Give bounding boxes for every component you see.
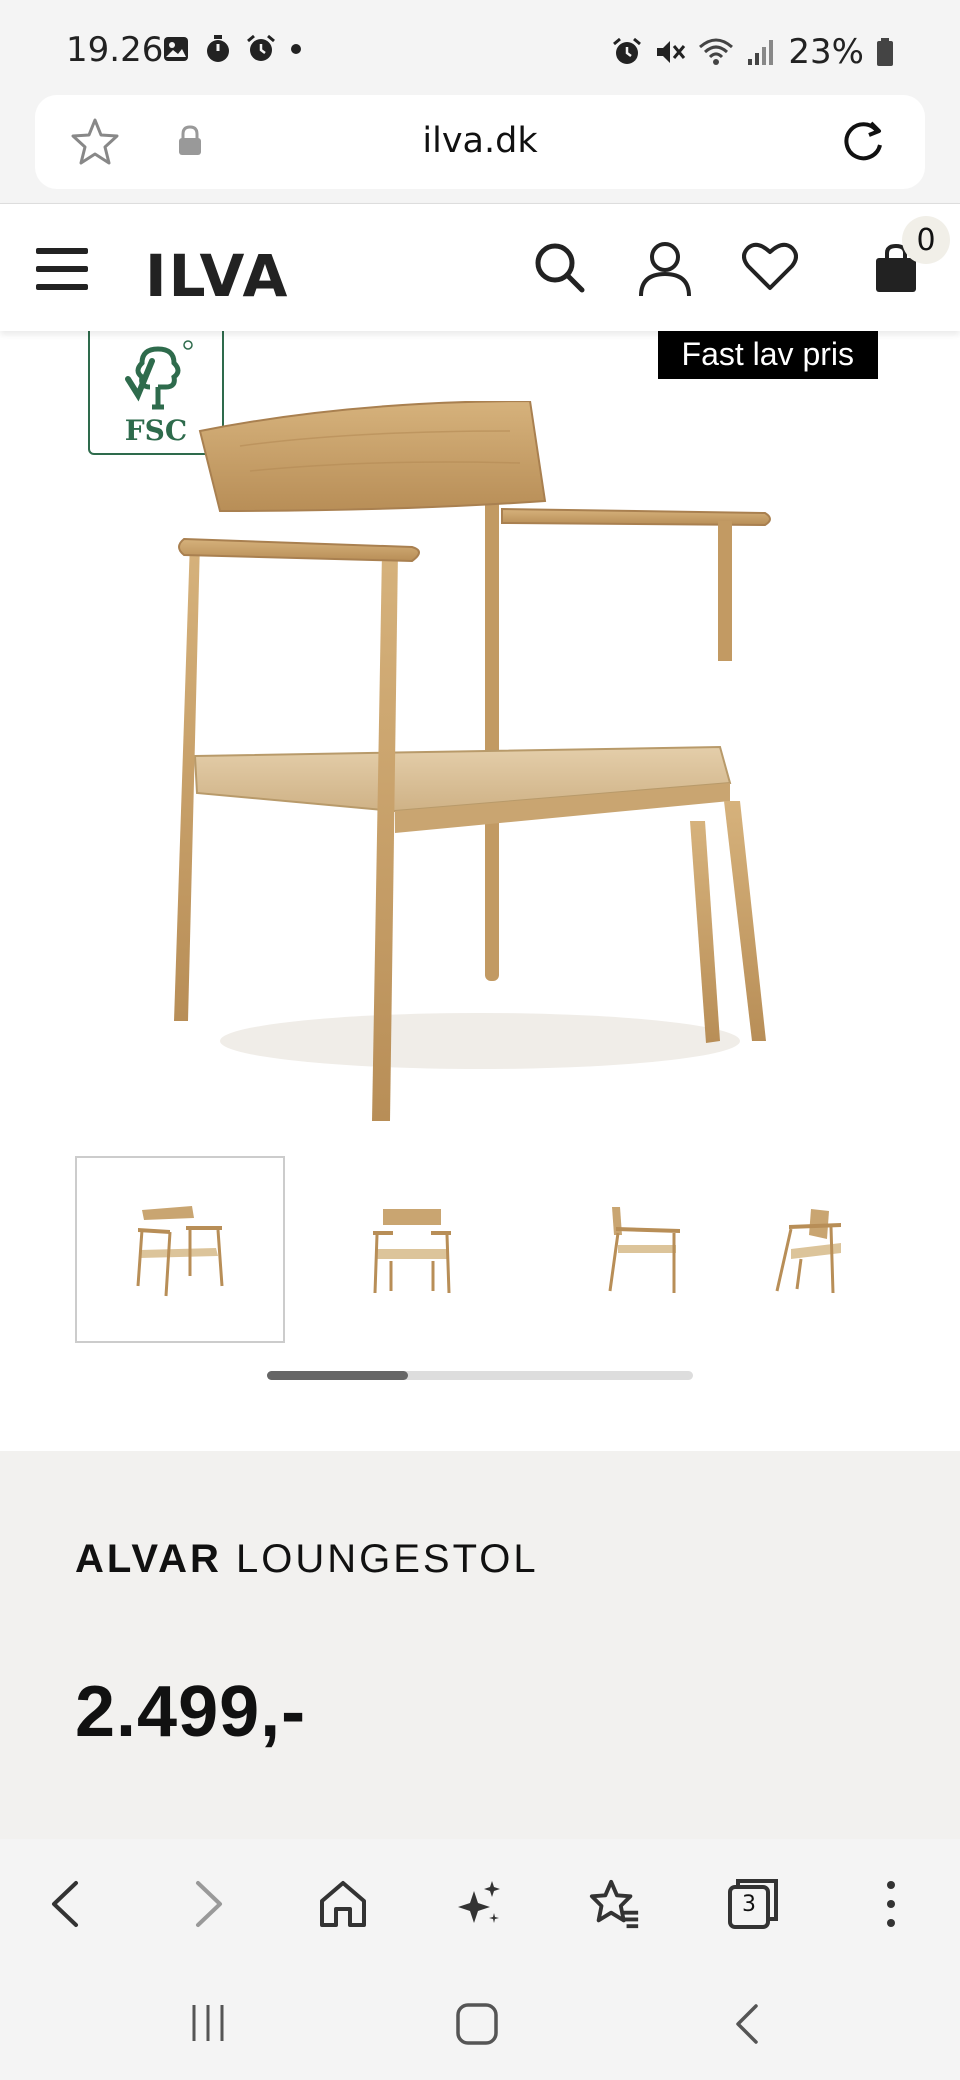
dot-icon — [291, 44, 301, 54]
browser-toolbar: 3 — [0, 1839, 960, 1965]
status-bar: 19.26 23% — [0, 0, 960, 96]
product-gallery: FSC Fast lav pris — [0, 331, 960, 1451]
wifi-icon — [699, 38, 734, 65]
status-icons-left — [162, 34, 302, 64]
thumbnail-image — [136, 1205, 224, 1296]
system-nav-bar — [0, 1965, 960, 2080]
thumbnail-strip — [75, 1156, 873, 1343]
tab-count: 3 — [742, 1892, 756, 1917]
ai-sparkle-icon[interactable] — [452, 1877, 506, 1931]
site-header: ILVA 0 — [0, 203, 960, 331]
thumbnail-image — [373, 1208, 451, 1293]
account-icon[interactable] — [637, 240, 693, 298]
forward-icon[interactable] — [180, 1877, 234, 1931]
gallery-scrollbar[interactable] — [267, 1371, 693, 1380]
price-badge: Fast lav pris — [657, 331, 878, 379]
url-bar[interactable]: ilva.dk — [35, 95, 925, 189]
status-time: 19.26 — [66, 30, 164, 70]
battery-icon — [877, 38, 893, 66]
bookmarks-icon[interactable] — [588, 1877, 642, 1931]
cart-count-badge[interactable]: 0 — [902, 216, 950, 264]
product-brand: ALVAR — [75, 1537, 222, 1581]
thumbnail-3[interactable] — [539, 1156, 749, 1343]
mute-icon — [657, 41, 686, 63]
thumbnail-2[interactable] — [307, 1156, 517, 1343]
product-image[interactable] — [150, 401, 790, 1121]
status-icons-right: 23% — [612, 32, 894, 72]
alarm-icon — [613, 37, 642, 64]
thumbnail-image — [608, 1206, 680, 1293]
product-info: ALVAR LOUNGESTOL 2.499,- — [0, 1451, 960, 1839]
recent-apps-icon[interactable] — [188, 2003, 228, 2043]
home-icon[interactable] — [316, 1877, 370, 1931]
tabs-button[interactable]: 3 — [726, 1877, 780, 1931]
battery-percent: 23% — [788, 32, 864, 72]
thumbnail-1[interactable] — [75, 1156, 285, 1343]
product-name: LOUNGESTOL — [235, 1537, 539, 1581]
product-title: ALVAR LOUNGESTOL — [75, 1537, 539, 1582]
url-text[interactable]: ilva.dk — [35, 121, 925, 161]
image-icon — [164, 37, 188, 61]
reload-icon[interactable] — [837, 115, 889, 167]
gallery-scrollbar-thumb[interactable] — [267, 1371, 408, 1380]
back-icon[interactable] — [40, 1877, 94, 1931]
wishlist-heart-icon[interactable] — [742, 240, 798, 292]
thumbnail-4[interactable] — [771, 1156, 851, 1343]
system-back-icon[interactable] — [732, 2003, 762, 2045]
product-price: 2.499,- — [75, 1672, 307, 1752]
more-menu-icon[interactable] — [864, 1877, 918, 1931]
site-logo[interactable]: ILVA — [145, 242, 289, 310]
thumbnail-image — [775, 1208, 841, 1293]
alarm-icon — [247, 34, 275, 61]
signal-icon — [748, 40, 774, 65]
menu-icon[interactable] — [36, 248, 88, 292]
home-button-icon[interactable] — [456, 2003, 498, 2045]
timer-icon — [207, 35, 229, 62]
search-icon[interactable] — [532, 240, 588, 296]
